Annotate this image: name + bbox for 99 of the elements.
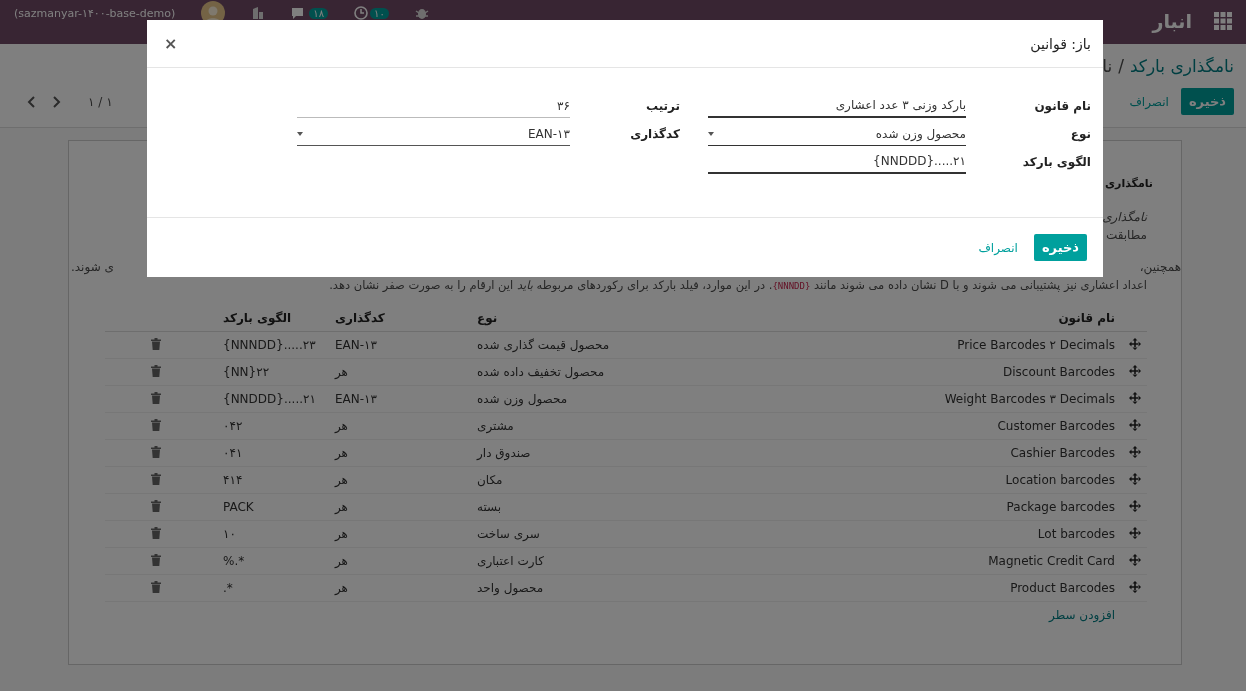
table-cell: ۰۴۲: [217, 412, 329, 440]
drag-handle-icon[interactable]: [1129, 553, 1141, 566]
table-cell: محصول وزن شده: [471, 385, 783, 413]
drag-handle-icon[interactable]: [1129, 526, 1141, 539]
drag-handle-icon[interactable]: [1129, 418, 1141, 431]
table-cell: Magnetic Credit Card: [783, 547, 1121, 575]
table-cell: هر: [329, 547, 471, 575]
table-cell: هر: [329, 574, 471, 602]
breadcrumb-current: نا: [1102, 56, 1113, 76]
table-cell: .*: [217, 574, 329, 602]
building-icon[interactable]: [251, 6, 266, 20]
column-header[interactable]: الگوی بارکد: [217, 305, 329, 332]
field-label: نام قانون: [1033, 99, 1091, 113]
trash-icon[interactable]: [151, 499, 161, 512]
table-cell: هر: [329, 412, 471, 440]
close-button[interactable]: ×: [161, 34, 181, 53]
table-cell: {NNDDD}.....۲۱: [217, 385, 329, 413]
trash-icon[interactable]: [151, 553, 161, 566]
app-name[interactable]: انبار: [1152, 10, 1192, 32]
database-name: (sazmanyar-۱۴۰۰-base-demo): [14, 6, 176, 20]
input-field[interactable]: {NNDDD}.....۲۱: [708, 150, 966, 174]
table-cell: Customer Barcodes: [783, 412, 1121, 440]
column-header[interactable]: نام قانون: [783, 305, 1121, 332]
table-cell: Product Barcodes: [783, 574, 1121, 602]
help-text: همچنین،: [1139, 260, 1181, 274]
table-cell: Lot barcodes: [783, 520, 1121, 548]
field-label: الگوی بارکد: [1021, 155, 1091, 169]
chevron-right-icon[interactable]: [52, 95, 62, 108]
drag-handle-icon[interactable]: [1129, 445, 1141, 458]
notification-badge: ۱۸: [309, 7, 329, 19]
table-cell: Cashier Barcodes: [783, 439, 1121, 467]
table-cell: Price Barcodes ۲ Decimals: [783, 331, 1121, 359]
table-cell: سری ساخت: [471, 520, 783, 548]
drag-handle-icon[interactable]: [1129, 472, 1141, 485]
trash-icon[interactable]: [151, 472, 161, 485]
breadcrumb-link[interactable]: نامگذاری بارکد: [1129, 56, 1234, 76]
table-cell: EAN-۱۳: [329, 385, 471, 413]
select-field[interactable]: EAN-۱۳: [297, 122, 570, 146]
trash-icon[interactable]: [151, 580, 161, 593]
column-header[interactable]: کدگذاری: [329, 305, 471, 332]
table-cell: Package barcodes: [783, 493, 1121, 521]
input-field[interactable]: بارکد وزنی ۳ عدد اعشاری: [708, 94, 966, 118]
pager-value: ۱ / ۱: [88, 94, 113, 109]
apps-menu-icon[interactable]: [1214, 12, 1232, 30]
table-cell: Location barcodes: [783, 466, 1121, 494]
table-cell: هر: [329, 358, 471, 386]
trash-icon[interactable]: [151, 418, 161, 431]
table-cell: محصول واحد: [471, 574, 783, 602]
intro-text: نامگذاری: [1101, 210, 1147, 224]
discard-button[interactable]: انصراف: [978, 236, 1018, 259]
trash-icon[interactable]: [151, 391, 161, 404]
table-cell: EAN-۱۳: [329, 331, 471, 359]
table-cell: ۰۴۱: [217, 439, 329, 467]
section-title: نامگذاری: [1104, 177, 1153, 190]
table-cell: هر: [329, 439, 471, 467]
trash-icon[interactable]: [151, 364, 161, 377]
field-label: ترتیب: [644, 99, 680, 113]
breadcrumb-separator: /: [1118, 56, 1124, 76]
table-cell: ۴۱۴: [217, 466, 329, 494]
trash-icon[interactable]: [151, 526, 161, 539]
drag-handle-icon[interactable]: [1129, 580, 1141, 593]
drag-handle-icon[interactable]: [1129, 499, 1141, 512]
help-text: ی شوند.: [71, 260, 114, 274]
table-cell: مشتری: [471, 412, 783, 440]
table-cell: کارت اعتباری: [471, 547, 783, 575]
bug-icon[interactable]: [414, 6, 429, 20]
table-cell: هر: [329, 493, 471, 521]
drag-handle-icon[interactable]: [1129, 364, 1141, 377]
table-cell: PACK: [217, 493, 329, 521]
dialog-title: باز: قوانین: [1030, 35, 1091, 52]
drag-handle-icon[interactable]: [1129, 337, 1141, 350]
table-cell: ۱۰: [217, 520, 329, 548]
trash-icon[interactable]: [151, 445, 161, 458]
table-cell: محصول قیمت گذاری شده: [471, 331, 783, 359]
table-cell: صندوق دار: [471, 439, 783, 467]
notification-badge: ۱۰: [370, 7, 389, 19]
table-cell: {NNNDD}.....۲۳: [217, 331, 329, 359]
table-cell: هر: [329, 520, 471, 548]
trash-icon[interactable]: [151, 337, 161, 350]
table-cell: هر: [329, 466, 471, 494]
table-cell: %.*: [217, 547, 329, 575]
input-field[interactable]: ۳۶: [297, 94, 570, 118]
table-cell: بسته: [471, 493, 783, 521]
table-cell: {NN}۲۲: [217, 358, 329, 386]
field-label: نوع: [1069, 127, 1091, 141]
drag-handle-icon[interactable]: [1129, 391, 1141, 404]
chevron-left-icon[interactable]: [26, 95, 36, 108]
table-cell: محصول تخفیف داده شده: [471, 358, 783, 386]
field-label: کدگذاری: [629, 127, 680, 141]
select-field[interactable]: محصول وزن شده: [708, 122, 966, 146]
add-line-link[interactable]: افزودن سطر: [1049, 608, 1115, 622]
discard-button[interactable]: انصراف: [1129, 90, 1169, 113]
intro-text: مطابقت: [1104, 228, 1147, 242]
clock-icon[interactable]: [354, 6, 369, 20]
column-header[interactable]: نوع: [471, 305, 783, 332]
save-button[interactable]: ذخیره: [1033, 234, 1087, 261]
table-cell: مکان: [471, 466, 783, 494]
table-cell: Weight Barcodes ۳ Decimals: [783, 385, 1121, 413]
table-cell: Discount Barcodes: [783, 358, 1121, 386]
